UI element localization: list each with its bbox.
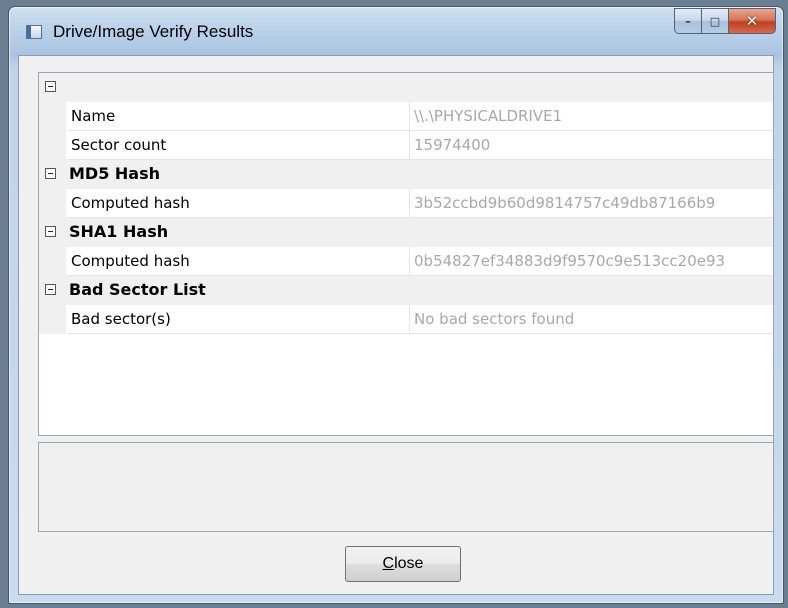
property-row[interactable]: Bad sector(s) No bad sectors found: [39, 305, 773, 334]
close-window-button[interactable]: ✕: [729, 8, 776, 34]
window-title: Drive/Image Verify Results: [53, 22, 254, 41]
collapse-toggle-icon[interactable]: [45, 284, 56, 295]
collapse-toggle-icon[interactable]: [45, 81, 56, 92]
property-value[interactable]: 3b52ccbd9b60d9814757c49db87166b9: [409, 189, 773, 218]
close-button-mnemonic: C: [382, 555, 395, 572]
minimize-button[interactable]: –: [674, 8, 702, 34]
collapse-toggle-icon[interactable]: [45, 168, 56, 179]
property-row[interactable]: Name \\.\PHYSICALDRIVE1: [39, 102, 773, 131]
close-button-label: lose: [394, 555, 424, 572]
dialog-client-area: Name \\.\PHYSICALDRIVE1 Sector count 159…: [18, 55, 774, 595]
maximize-icon: □: [709, 14, 721, 28]
property-category-md5: MD5 Hash: [39, 160, 773, 189]
property-grid[interactable]: Name \\.\PHYSICALDRIVE1 Sector count 159…: [38, 72, 774, 436]
category-title: SHA1 Hash: [69, 222, 169, 241]
property-category-bad-sectors: Bad Sector List: [39, 276, 773, 305]
collapse-toggle-icon[interactable]: [45, 226, 56, 237]
property-name: Computed hash: [67, 189, 409, 218]
property-name: Bad sector(s): [67, 305, 409, 334]
property-value[interactable]: No bad sectors found: [409, 305, 773, 334]
property-value[interactable]: \\.\PHYSICALDRIVE1: [409, 102, 773, 131]
property-row[interactable]: Computed hash 3b52ccbd9b60d9814757c49db8…: [39, 189, 773, 218]
title-bar[interactable]: Drive/Image Verify Results – □ ✕: [9, 7, 783, 55]
property-category-sha1: SHA1 Hash: [39, 218, 773, 247]
verify-results-window: Drive/Image Verify Results – □ ✕ Name \\: [8, 6, 784, 604]
property-row[interactable]: Sector count 15974400: [39, 131, 773, 160]
property-name: Computed hash: [67, 247, 409, 276]
window-app-icon: [26, 25, 42, 39]
category-title: MD5 Hash: [69, 164, 161, 183]
caption-buttons: – □ ✕: [674, 8, 776, 34]
close-icon: ✕: [745, 12, 759, 30]
property-value[interactable]: 15974400: [409, 131, 773, 160]
property-name: Name: [67, 102, 409, 131]
close-button[interactable]: Close: [345, 546, 461, 582]
minimize-icon: –: [685, 14, 691, 28]
property-value[interactable]: 0b54827ef34883d9f9570c9e513cc20e93: [409, 247, 773, 276]
property-name: Sector count: [67, 131, 409, 160]
property-row[interactable]: Computed hash 0b54827ef34883d9f9570c9e51…: [39, 247, 773, 276]
property-description-panel: [38, 442, 774, 532]
maximize-button[interactable]: □: [702, 8, 729, 34]
property-category-general: [39, 73, 773, 102]
category-title: Bad Sector List: [69, 280, 206, 299]
